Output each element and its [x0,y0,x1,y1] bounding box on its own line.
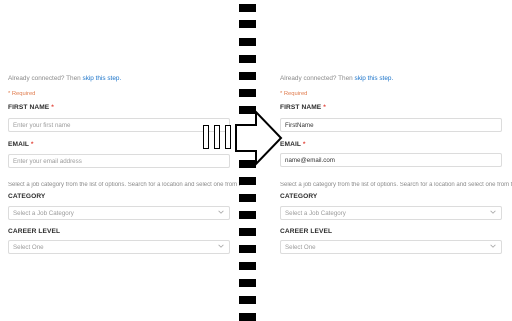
chevron-down-icon [218,244,224,248]
divider-dash [239,211,256,219]
divider-dash [239,279,256,287]
category-select[interactable]: Select a Job Category [280,206,502,220]
divider-dash [239,4,256,12]
right-arrow-icon [235,110,283,166]
already-connected-line: Already connected? Then skip this step. [280,75,393,82]
required-star: * [30,141,34,148]
category-select[interactable]: Select a Job Category [8,206,230,220]
first-name-label: FIRST NAME * [8,104,54,111]
career-level-placeholder: Select One [13,244,44,251]
chevron-down-icon [490,210,496,214]
divider-dash [239,245,256,253]
already-connected-text: Already connected? Then [280,75,353,82]
chevron-down-icon [490,244,496,248]
required-star: * [323,104,326,111]
required-note: * Required [280,91,308,97]
email-label-text: EMAIL [8,141,29,148]
chevron-down-icon [218,210,224,214]
category-label: CATEGORY [280,193,318,200]
divider-dash [239,228,256,236]
required-note: * Required [8,91,36,97]
divider-dash [239,262,256,270]
arrow-tail-bar [203,125,209,149]
divider-dash [239,89,256,97]
arrow-tail-bar [225,125,231,149]
form-panel-after: Already connected? Then skip this step. … [280,0,512,320]
email-placeholder: Enter your email address [13,158,82,165]
divider-dash [239,194,256,202]
divider-dash [239,55,256,63]
career-level-label: CAREER LEVEL [8,228,61,235]
career-level-select[interactable]: Select One [280,240,502,254]
first-name-input[interactable]: FirstName [280,118,502,132]
career-level-label: CAREER LEVEL [280,228,333,235]
email-value: name@email.com [285,157,335,164]
first-name-value: FirstName [285,122,314,129]
divider-dash [239,177,256,185]
first-name-placeholder: Enter your first name [13,122,71,129]
category-label: CATEGORY [8,193,46,200]
email-label-text: EMAIL [280,141,301,148]
divider-dash [239,20,256,28]
email-label: EMAIL * [280,141,306,148]
required-star: * [51,104,54,111]
email-input[interactable]: Enter your email address [8,154,230,168]
email-label: EMAIL * [8,141,34,148]
required-star: * [302,141,306,148]
divider-dash [239,38,256,46]
skip-step-link[interactable]: skip this step. [83,75,122,82]
help-text: Select a job category from the list of o… [280,182,512,188]
already-connected-line: Already connected? Then skip this step. [8,75,121,82]
divider-dash [239,72,256,80]
first-name-input[interactable]: Enter your first name [8,118,230,132]
divider-dash [239,296,256,304]
form-panel-before: Already connected? Then skip this step. … [8,0,240,320]
career-level-placeholder: Select One [285,244,316,251]
category-placeholder: Select a Job Category [13,210,74,217]
help-text: Select a job category from the list of o… [8,182,240,188]
first-name-label-text: FIRST NAME [280,104,322,111]
email-input[interactable]: name@email.com [280,153,502,167]
first-name-label: FIRST NAME * [280,104,326,111]
first-name-label-text: FIRST NAME [8,104,50,111]
already-connected-text: Already connected? Then [8,75,81,82]
career-level-select[interactable]: Select One [8,240,230,254]
arrow-tail-bar [214,125,220,149]
skip-step-link[interactable]: skip this step. [355,75,394,82]
category-placeholder: Select a Job Category [285,210,346,217]
